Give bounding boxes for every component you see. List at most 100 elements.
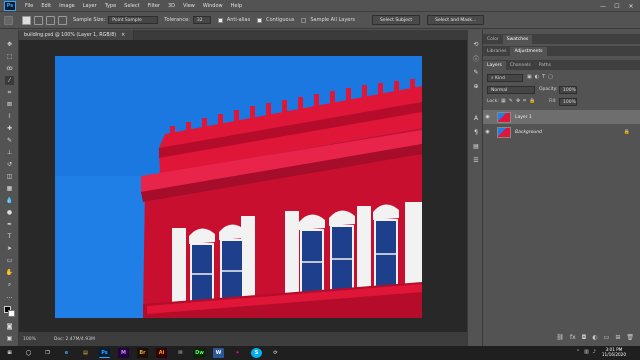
delete-layer-icon[interactable]: 🗑: [626, 334, 634, 341]
menu-view[interactable]: View: [179, 3, 199, 9]
eyedropper-tool-icon[interactable]: ⌇: [5, 112, 14, 121]
blur-tool-icon[interactable]: 💧: [5, 196, 14, 205]
crop-tool-icon[interactable]: ⌗: [5, 88, 14, 97]
sync-app-icon[interactable]: ⟳: [270, 348, 281, 358]
menu-filter[interactable]: Filter: [144, 3, 164, 9]
gradient-tool-icon[interactable]: ▦: [5, 184, 14, 193]
taskbar-clock[interactable]: 3:01 PM 11/16/2020: [602, 347, 626, 357]
tab-adjustments[interactable]: Adjustments: [510, 47, 547, 56]
subtract-from-selection-icon[interactable]: [46, 15, 55, 25]
tab-color[interactable]: Color: [483, 35, 503, 44]
history-brush-icon[interactable]: ↺: [5, 160, 14, 169]
fill-input[interactable]: 100%: [559, 98, 577, 106]
select-subject-button[interactable]: Select Subject: [372, 15, 421, 25]
document-canvas-image[interactable]: [55, 56, 422, 318]
clone-stamp-icon[interactable]: ⊥: [5, 148, 14, 157]
anti-alias-checkbox[interactable]: [217, 17, 223, 23]
network-icon[interactable]: ▥: [584, 349, 589, 355]
start-button-icon[interactable]: ⊞: [4, 348, 15, 358]
opacity-input[interactable]: 100%: [559, 86, 577, 94]
dreamweaver-icon[interactable]: Dw: [194, 348, 205, 358]
eraser-tool-icon[interactable]: ◫: [5, 172, 14, 181]
layer-style-icon[interactable]: fx: [570, 334, 576, 341]
select-and-mask-button[interactable]: Select and Mask...: [427, 15, 485, 25]
bridge-icon[interactable]: Br: [137, 348, 148, 358]
media-encoder-icon[interactable]: M: [118, 348, 129, 358]
close-button[interactable]: ✕: [624, 0, 638, 12]
menu-file[interactable]: File: [21, 3, 37, 9]
add-to-selection-icon[interactable]: [34, 15, 43, 25]
add-mask-icon[interactable]: ◘: [582, 334, 587, 341]
minimize-button[interactable]: —: [596, 0, 610, 12]
tab-channels[interactable]: Channels: [506, 61, 535, 70]
menu-window[interactable]: Window: [199, 3, 227, 9]
tab-layers[interactable]: Layers: [483, 61, 506, 70]
lock-transparency-icon[interactable]: ▦: [501, 98, 506, 104]
sample-all-layers-checkbox[interactable]: [301, 17, 307, 23]
menu-image[interactable]: Image: [55, 3, 79, 9]
menu-select[interactable]: Select: [120, 3, 143, 9]
search-icon[interactable]: ◯: [23, 348, 34, 358]
menu-type[interactable]: Type: [101, 3, 120, 9]
adjustment-layer-icon[interactable]: ◐: [592, 334, 597, 341]
tab-paths[interactable]: Paths: [535, 61, 555, 70]
photoshop-taskbar-icon[interactable]: Ps: [99, 348, 110, 358]
task-view-icon[interactable]: ❐: [42, 348, 53, 358]
word-icon[interactable]: W: [213, 348, 224, 358]
shape-filter-icon[interactable]: ▢: [548, 74, 553, 82]
menu-edit[interactable]: Edit: [37, 3, 55, 9]
adjustment-filter-icon[interactable]: ◐: [535, 74, 539, 82]
hand-tool-icon[interactable]: ✋: [5, 268, 14, 277]
pixel-filter-icon[interactable]: ▣: [527, 74, 532, 82]
new-selection-icon[interactable]: [22, 15, 31, 25]
type-filter-icon[interactable]: T: [542, 74, 545, 82]
paragraph-panel-icon[interactable]: ¶: [472, 128, 480, 136]
paint-icon[interactable]: ✦: [232, 348, 243, 358]
new-layer-icon[interactable]: ⊞: [615, 334, 620, 341]
background-color-swatch[interactable]: [8, 310, 15, 317]
healing-brush-icon[interactable]: ✚: [5, 124, 14, 133]
illustrator-icon[interactable]: Ai: [156, 348, 167, 358]
layer-row-background[interactable]: ◉ Background 🔒: [483, 125, 640, 139]
mail-icon[interactable]: ✉: [175, 348, 186, 358]
magic-wand-tool-icon[interactable]: [4, 15, 13, 25]
document-tab-close[interactable]: ×: [121, 33, 125, 38]
move-tool-icon[interactable]: ✥: [5, 40, 14, 49]
visibility-eye-icon[interactable]: ◉: [483, 129, 492, 135]
link-layers-icon[interactable]: ⛓: [556, 334, 564, 341]
brush-settings-icon[interactable]: ✎: [472, 68, 480, 76]
lasso-tool-icon[interactable]: ꝏ: [5, 64, 14, 73]
path-selection-icon[interactable]: ➤: [5, 244, 14, 253]
lock-position-icon[interactable]: ✥: [516, 98, 520, 104]
layer-row-layer-1[interactable]: ◉ Layer 1: [483, 110, 640, 124]
history-panel-icon[interactable]: ⟲: [472, 40, 480, 48]
dodge-tool-icon[interactable]: ●: [5, 208, 14, 217]
new-group-icon[interactable]: ▭: [604, 334, 610, 341]
menu-3d[interactable]: 3D: [164, 3, 179, 9]
layer-filter-kind-select[interactable]: ⌕ Kind: [487, 74, 523, 82]
type-tool-icon[interactable]: T: [5, 232, 14, 241]
more-tools-icon[interactable]: …: [5, 292, 14, 301]
skype-icon[interactable]: S: [251, 348, 262, 358]
tab-swatches[interactable]: Swatches: [502, 35, 533, 44]
blend-mode-select[interactable]: Normal: [487, 86, 535, 94]
character-panel-icon[interactable]: A: [472, 114, 480, 122]
file-explorer-icon[interactable]: ▤: [80, 348, 91, 358]
sample-size-select[interactable]: Point Sample: [108, 16, 159, 24]
document-tab[interactable]: building.psd @ 100% (Layer 1, RGB/8) ×: [19, 30, 134, 40]
contiguous-checkbox[interactable]: [257, 17, 263, 23]
lock-pixels-icon[interactable]: ✎: [509, 98, 513, 104]
tolerance-input[interactable]: 32: [192, 16, 211, 24]
document-size[interactable]: Doc: 2.47M/4.93M: [54, 337, 95, 342]
marquee-tool-icon[interactable]: ⬚: [5, 52, 14, 61]
glyphs-panel-icon[interactable]: ▤: [472, 142, 480, 150]
frame-tool-icon[interactable]: ⊠: [5, 100, 14, 109]
lock-artboard-icon[interactable]: ⌗: [523, 98, 526, 104]
visibility-eye-icon[interactable]: ◉: [483, 114, 492, 120]
pen-tool-icon[interactable]: ✒: [5, 220, 14, 229]
menu-layer[interactable]: Layer: [79, 3, 101, 9]
tray-chevron-icon[interactable]: ⌃: [576, 349, 580, 355]
rectangle-tool-icon[interactable]: ▭: [5, 256, 14, 265]
tab-libraries[interactable]: Libraries: [483, 47, 510, 56]
edge-browser-icon[interactable]: e: [61, 348, 72, 358]
